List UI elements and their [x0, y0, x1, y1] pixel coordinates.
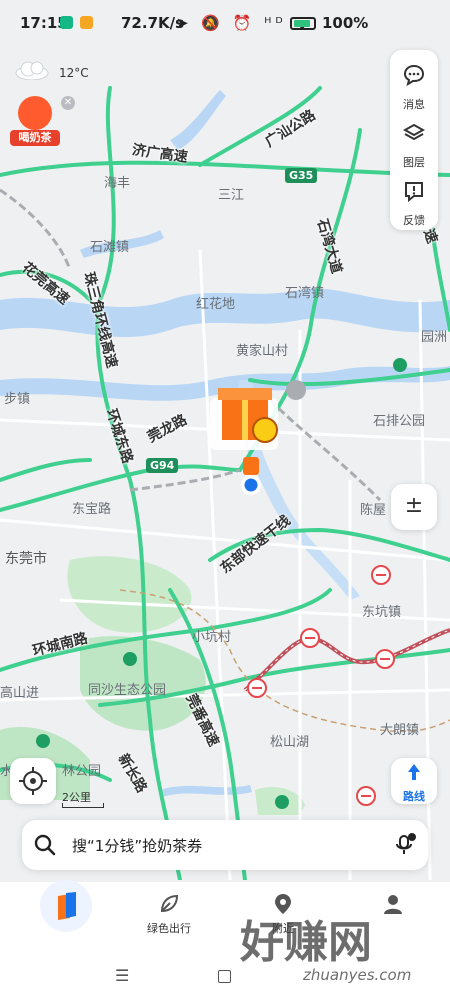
status-bar: 17:15 72.7K/s ➤ 🔕 ⏰ ᴴᴰ ᯤ 100% — [0, 0, 450, 48]
route-label: 路线 — [403, 790, 425, 803]
map-label[interactable]: 红花地 — [196, 293, 235, 312]
profile-icon — [384, 895, 402, 914]
leaf-icon — [160, 894, 179, 913]
nav-green-travel[interactable]: 绿色出行 — [124, 882, 214, 954]
map-canvas — [0, 86, 450, 880]
battery-icon — [290, 17, 316, 30]
scale-bar — [62, 803, 104, 808]
locate-button[interactable] — [10, 758, 56, 804]
map-label[interactable]: 小坑村 — [192, 626, 231, 645]
cloud-icon — [15, 61, 49, 80]
battery-percent: 100% — [322, 14, 369, 32]
highway-shield: G94 — [146, 458, 179, 473]
messages-label: 消息 — [403, 98, 425, 111]
highway-shield: G35 — [285, 168, 318, 183]
layers-button[interactable]: 图层 — [390, 114, 438, 170]
map-label[interactable]: 高山进 — [0, 682, 39, 701]
feedback-button[interactable]: 反馈 — [390, 172, 438, 228]
temperature: 12°C — [59, 66, 89, 80]
messages-button[interactable]: 消息 — [390, 56, 438, 112]
route-arrow-icon — [408, 764, 420, 780]
nav-home[interactable] — [10, 880, 100, 954]
promo-label: 喝奶茶 — [10, 130, 60, 146]
map-label[interactable]: 大朗镇 — [380, 719, 419, 738]
search-icon — [34, 834, 56, 856]
watermark: 好赚网 — [240, 917, 372, 968]
nav-green-travel-label: 绿色出行 — [147, 922, 191, 935]
layers-label: 图层 — [403, 156, 425, 169]
feedback-label: 反馈 — [403, 214, 425, 227]
microphone-icon[interactable] — [392, 832, 418, 858]
map-label[interactable]: 东坑镇 — [362, 601, 401, 620]
mascot-icon — [18, 96, 52, 130]
promo-close-button[interactable]: ✕ — [61, 96, 75, 110]
map-label[interactable]: 步镇 — [4, 388, 30, 407]
map-label[interactable]: 三江 — [218, 184, 244, 203]
map-label[interactable]: 石滩镇 — [90, 236, 129, 255]
home-logo-icon — [40, 880, 92, 932]
map-label[interactable]: 东宝路 — [72, 498, 111, 517]
map-label[interactable]: 同沙生态公园 — [88, 679, 166, 698]
map-view[interactable]: 海丰 三江 石滩镇 红花地 石湾镇 黄家山村 园洲 步镇 石排公园 东宝路 陈屋… — [0, 48, 450, 880]
map-scale: 2公里 — [62, 789, 104, 808]
search-bar[interactable]: 搜“1分钱”抢奶茶券 — [22, 820, 428, 870]
app-notification-icon-2 — [80, 16, 93, 29]
map-label[interactable]: 陈屋 — [360, 499, 386, 518]
watermark-url: zhuanyes.com — [303, 966, 412, 984]
map-label[interactable]: 黄家山村 — [236, 340, 288, 359]
map-label[interactable]: 海丰 — [104, 172, 130, 191]
map-label[interactable]: 石湾镇 — [285, 282, 324, 301]
map-label[interactable]: 东莞市 — [5, 548, 47, 568]
crosshair-icon — [19, 767, 47, 795]
app-notification-icon — [60, 16, 73, 29]
search-placeholder: 搜“1分钱”抢奶茶券 — [72, 837, 203, 855]
route-button[interactable]: 路线 — [391, 758, 437, 804]
menu-icon[interactable]: ☰ — [115, 966, 129, 985]
gift-box-icon — [210, 388, 278, 450]
map-label[interactable]: 林公园 — [62, 760, 101, 779]
milk-tea-promo[interactable]: 喝奶茶 — [10, 94, 60, 148]
feedback-icon — [405, 182, 423, 202]
message-icon — [403, 64, 425, 86]
home-square-icon[interactable] — [218, 970, 231, 983]
layers-icon — [403, 123, 425, 141]
map-tools-panel: 消息 图层 反馈 — [390, 50, 438, 230]
zoom-button[interactable]: ± — [391, 484, 437, 530]
map-label[interactable]: 松山湖 — [270, 731, 309, 750]
map-label[interactable]: 石排公园 — [373, 410, 425, 429]
bottom-navigation: 绿色出行 附近 — [0, 880, 450, 954]
network-speed: 72.7K/s — [121, 14, 185, 32]
map-label[interactable]: 园洲 — [421, 326, 447, 345]
